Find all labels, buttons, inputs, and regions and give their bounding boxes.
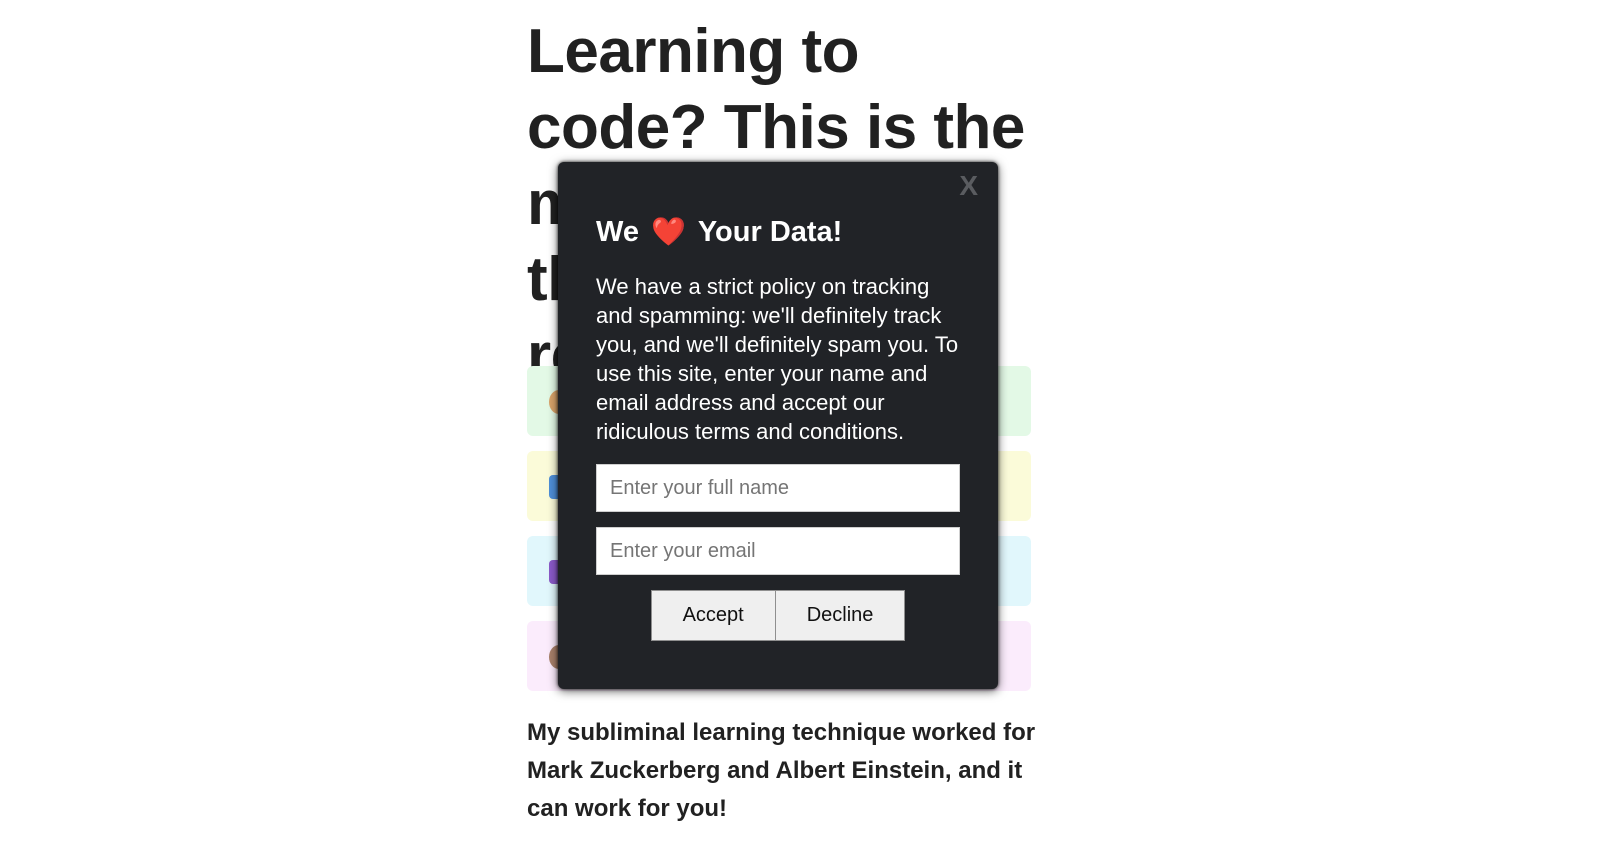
heart-icon: ❤️ — [650, 216, 686, 247]
close-icon[interactable]: X — [959, 172, 978, 200]
full-name-field[interactable] — [596, 464, 960, 512]
page-subtext: My subliminal learning technique worked … — [527, 719, 1036, 822]
modal-actions: Accept Decline — [596, 590, 960, 641]
decline-button[interactable]: Decline — [775, 590, 906, 641]
data-consent-modal: X We ❤️ Your Data! We have a strict poli… — [558, 162, 998, 689]
modal-body-text: We have a strict policy on tracking and … — [596, 274, 959, 444]
email-field[interactable] — [596, 527, 960, 575]
modal-title-prefix: We — [596, 216, 639, 248]
modal-title: We ❤️ Your Data! — [596, 214, 960, 250]
accept-button[interactable]: Accept — [650, 590, 776, 641]
modal-title-suffix: Your Data! — [697, 216, 843, 248]
page: Learning to code? This is the most impor… — [0, 0, 1617, 843]
